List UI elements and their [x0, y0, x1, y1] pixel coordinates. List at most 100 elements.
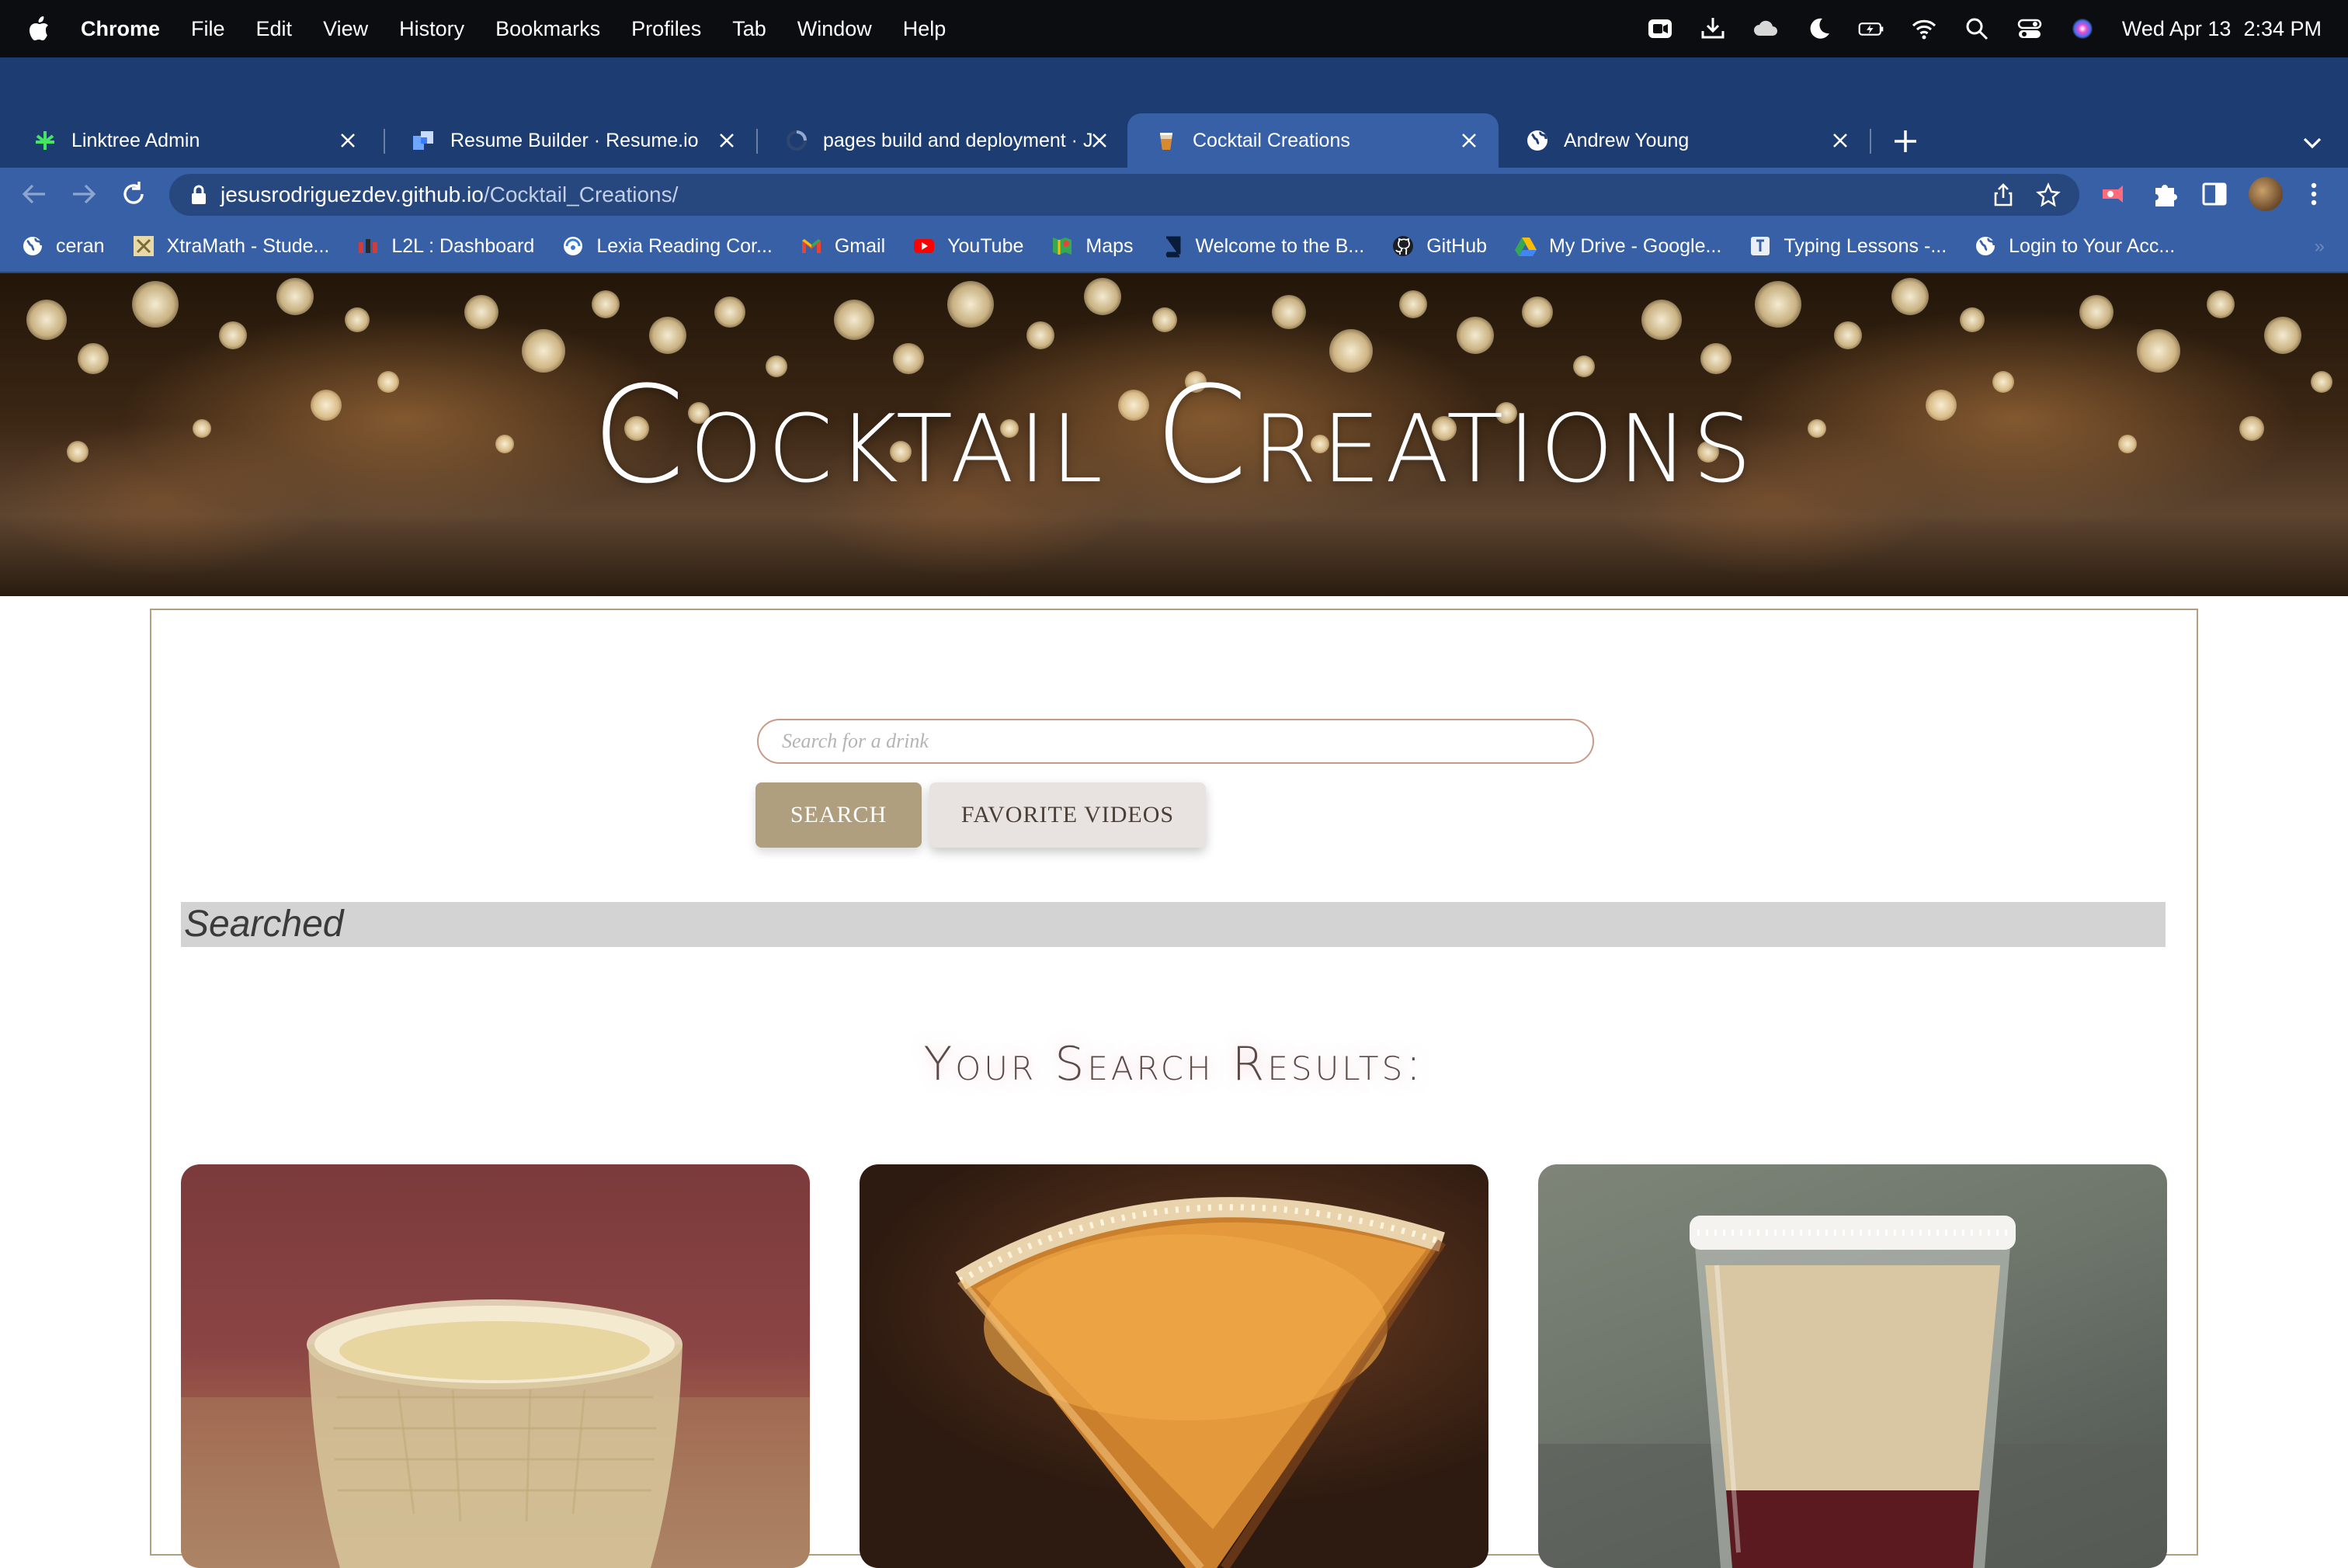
globe-icon [1973, 234, 1998, 258]
tab-resume-builder[interactable]: Resume Builder · Resume.io [385, 113, 756, 168]
gmail-icon [799, 234, 824, 258]
chrome-menu-icon[interactable] [2298, 179, 2329, 210]
tab-pages-build[interactable]: pages build and deployment · J [758, 113, 1129, 168]
download-icon[interactable] [1700, 16, 1726, 42]
bookmark-label: Typing Lessons -... [1784, 234, 1947, 257]
lock-icon[interactable] [188, 184, 210, 206]
bookmark-xtramath[interactable]: XtraMath - Stude... [131, 234, 330, 258]
moon-icon[interactable] [1805, 16, 1832, 42]
drink-search-input[interactable] [757, 719, 1594, 764]
searched-history-bar: Searched [181, 902, 2166, 947]
app-menu-chrome[interactable]: Chrome [81, 17, 160, 41]
wifi-icon[interactable] [1911, 16, 1937, 42]
bookmark-login[interactable]: Login to Your Acc... [1973, 234, 2175, 258]
hero-banner: Cocktail Creations [0, 273, 2348, 596]
favorite-videos-button[interactable]: FAVORITE VIDEOS [929, 782, 1206, 848]
close-icon[interactable] [1085, 127, 1113, 154]
bookmark-maps[interactable]: Maps [1050, 234, 1134, 258]
drink-result-card[interactable] [860, 1164, 1488, 1568]
tab-search-chevron-icon[interactable] [2298, 129, 2326, 157]
drink-result-card[interactable] [1538, 1164, 2167, 1568]
menu-bookmarks[interactable]: Bookmarks [495, 17, 600, 41]
tab-title: Andrew Young [1564, 129, 1690, 151]
hero-title: Cocktail Creations [592, 356, 1756, 513]
bookmark-label: My Drive - Google... [1549, 234, 1722, 257]
side-panel-icon[interactable] [2199, 179, 2230, 210]
drive-icon [1513, 234, 1538, 258]
bookmark-star-icon[interactable] [2036, 182, 2061, 207]
forward-arrow-icon[interactable] [68, 179, 99, 210]
typing-icon [1748, 234, 1773, 258]
bookmark-lexia[interactable]: Lexia Reading Cor... [561, 234, 773, 258]
globe-icon [1525, 128, 1550, 153]
close-icon[interactable] [1826, 127, 1854, 154]
bookmark-gmail[interactable]: Gmail [799, 234, 885, 258]
bookmark-l2l[interactable]: L2L : Dashboard [356, 234, 534, 258]
bookmark-label: ceran [56, 234, 105, 257]
l2l-icon [356, 234, 380, 258]
lexia-icon [561, 234, 585, 258]
menu-window[interactable]: Window [797, 17, 872, 41]
reload-icon[interactable] [118, 179, 149, 210]
tab-cocktail-creations[interactable]: Cocktail Creations [1127, 113, 1499, 168]
url-path: /Cocktail_Creations/ [483, 182, 679, 206]
tab-title: Cocktail Creations [1193, 129, 1350, 151]
drink-result-card[interactable] [181, 1164, 810, 1568]
book-icon [1160, 234, 1185, 258]
bookmark-github[interactable]: GitHub [1391, 234, 1487, 258]
bookmark-ceran[interactable]: ceran [20, 234, 105, 258]
menu-history[interactable]: History [399, 17, 464, 41]
profile-avatar[interactable] [2249, 177, 2283, 211]
cocktail-martini-sugar-rim-photo [955, 1197, 1446, 1568]
extensions-puzzle-icon[interactable] [2149, 179, 2180, 210]
control-center-icon[interactable] [2016, 16, 2043, 42]
menu-view[interactable]: View [323, 17, 368, 41]
bookmark-label: Maps [1085, 234, 1134, 257]
menu-tab[interactable]: Tab [732, 17, 766, 41]
youtube-icon [912, 234, 936, 258]
bookmark-google-drive[interactable]: My Drive - Google... [1513, 234, 1721, 258]
tab-andrew-young[interactable]: Andrew Young [1499, 113, 1870, 168]
results-heading: Your Search Results: [923, 1037, 1425, 1091]
menubar-clock[interactable]: Wed Apr 13 2:34 PM [2122, 17, 2322, 41]
browser-toolbar: jesusrodriguezdev.github.io/Cocktail_Cre… [0, 168, 2348, 220]
new-tab-plus-icon[interactable] [1888, 124, 1923, 158]
menu-file[interactable]: File [191, 17, 225, 41]
bookmark-youtube[interactable]: YouTube [912, 234, 1023, 258]
tab-linktree-admin[interactable]: Linktree Admin [6, 113, 377, 168]
bookmark-label: Welcome to the B... [1195, 234, 1365, 257]
cocktail-rocks-glass-photo [181, 1299, 810, 1568]
globe-icon [20, 234, 45, 258]
cocktail-layered-shot-photo [1538, 1216, 2167, 1568]
battery-icon[interactable] [1858, 16, 1884, 42]
bookmarks-overflow-icon[interactable]: » [2315, 236, 2325, 258]
url-text[interactable]: jesusrodriguezdev.github.io/Cocktail_Cre… [221, 174, 678, 216]
main-content-frame: SEARCH FAVORITE VIDEOS Searched Your Sea… [150, 609, 2198, 1568]
bookmark-label: Lexia Reading Cor... [596, 234, 773, 257]
loading-icon [784, 128, 809, 153]
close-icon[interactable] [713, 127, 741, 154]
extension-record-icon[interactable] [2100, 179, 2131, 210]
menubar-date: Wed Apr 13 [2121, 16, 2232, 40]
apple-menu-icon[interactable] [28, 16, 50, 41]
zoom-icon[interactable] [1647, 16, 1673, 42]
cocktail-icon [1154, 128, 1179, 153]
bookmark-welcome[interactable]: Welcome to the B... [1160, 234, 1365, 258]
bookmark-typing-lessons[interactable]: Typing Lessons -... [1748, 234, 1947, 258]
back-arrow-icon[interactable] [19, 179, 50, 210]
address-bar[interactable]: jesusrodriguezdev.github.io/Cocktail_Cre… [169, 174, 2079, 216]
close-icon[interactable] [334, 127, 362, 154]
github-icon [1391, 234, 1415, 258]
close-icon[interactable] [1455, 127, 1483, 154]
search-button[interactable]: SEARCH [755, 782, 922, 848]
share-icon[interactable] [1991, 182, 2016, 207]
bookmark-label: Gmail [834, 234, 886, 257]
siri-icon[interactable] [2069, 16, 2096, 42]
menu-help[interactable]: Help [903, 17, 946, 41]
cloud-icon[interactable] [1752, 16, 1779, 42]
spotlight-icon[interactable] [1964, 16, 1990, 42]
bookmark-label: XtraMath - Stude... [166, 234, 330, 257]
menu-edit[interactable]: Edit [256, 17, 293, 41]
tab-title: Resume Builder · Resume.io [450, 129, 699, 151]
menu-profiles[interactable]: Profiles [631, 17, 701, 41]
